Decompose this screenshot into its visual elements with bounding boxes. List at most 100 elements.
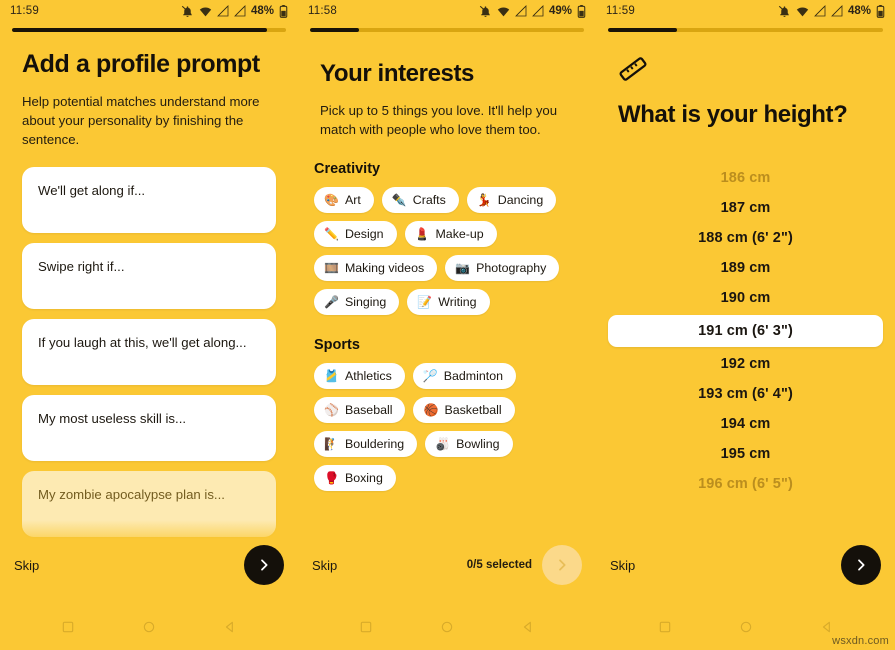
interest-chip-photography[interactable]: 📷 Photography — [445, 254, 560, 281]
baseball-icon: ⚾ — [324, 402, 339, 417]
bowling-icon: 🎳 — [435, 436, 451, 451]
screen-add-profile-prompt: 11:59 48% Add a profile prompt Help pote… — [0, 0, 298, 650]
circle-icon[interactable] — [142, 620, 156, 634]
interest-chip-design[interactable]: ✏️ Design — [314, 220, 397, 247]
next-button[interactable] — [542, 545, 582, 585]
prompt-list: We'll get along if... Swipe right if... … — [0, 167, 298, 538]
height-option[interactable]: 196 cm (6' 5") — [596, 469, 895, 499]
height-option[interactable]: 186 cm — [596, 163, 895, 193]
interest-sections: Creativity 🎨 Art ✒️ Crafts 💃 Dancing ✏️ Desi… — [298, 161, 596, 491]
status-bar: 11:58 49% — [298, 0, 596, 22]
bottom-right-group: 0/5 selected — [467, 545, 582, 585]
list-item[interactable]: If you laugh at this, we'll get along... — [22, 319, 276, 386]
page-subtitle: Help potential matches understand more a… — [22, 93, 260, 148]
bell-off-icon — [181, 5, 194, 18]
triangle-back-icon[interactable] — [521, 620, 535, 634]
interest-chip-making-videos[interactable]: 🎞️ Making videos — [314, 254, 438, 281]
bell-off-icon — [479, 5, 492, 18]
header-block: Your interests Pick up to 5 things you l… — [298, 32, 596, 139]
interest-chip-make-up[interactable]: 💄 Make-up — [404, 220, 497, 247]
interest-chip-badminton[interactable]: 🏸 Badminton — [412, 362, 516, 389]
height-option-selected[interactable]: 191 cm (6' 3") — [608, 314, 883, 347]
film-frames-icon: 🎞️ — [324, 260, 339, 275]
height-option[interactable]: 187 cm — [596, 193, 895, 223]
circle-icon[interactable] — [739, 620, 753, 634]
list-item[interactable]: My zombie apocalypse plan is... — [22, 471, 276, 538]
triangle-back-icon[interactable] — [820, 620, 834, 634]
next-button[interactable] — [841, 545, 881, 585]
chip-label: Dancing — [497, 192, 544, 207]
list-item[interactable]: Swipe right if... — [22, 243, 276, 310]
screen-your-interests: 11:58 49% Your interests Pick up to 5 th… — [298, 0, 596, 650]
interest-chip-singing[interactable]: 🎤 Singing — [314, 288, 400, 315]
square-icon[interactable] — [658, 620, 672, 634]
chip-label: Boxing — [344, 470, 383, 485]
bottom-right-group — [841, 545, 881, 585]
interest-chip-basketball[interactable]: 🏀 Basketball — [413, 396, 515, 423]
header-block: What is your height? — [596, 54, 895, 129]
watermark: wsxdn.com — [832, 635, 889, 647]
interest-chip-athletics[interactable]: 🎽 Athletics — [314, 362, 405, 389]
chevron-right-icon — [256, 557, 272, 573]
battery-icon — [577, 4, 586, 18]
height-option[interactable]: 194 cm — [596, 409, 895, 439]
battery-icon — [279, 4, 288, 18]
skip-button[interactable]: Skip — [312, 558, 337, 573]
circle-icon[interactable] — [440, 620, 454, 634]
chip-label: Bouldering — [344, 436, 405, 451]
interest-chip-crafts[interactable]: ✒️ Crafts — [381, 186, 459, 213]
square-icon[interactable] — [359, 620, 373, 634]
skip-button[interactable]: Skip — [610, 558, 635, 573]
height-option[interactable]: 189 cm — [596, 253, 895, 283]
ruler-icon — [618, 54, 873, 89]
chip-label: Baseball — [344, 402, 393, 417]
page-title: Add a profile prompt — [22, 50, 260, 78]
height-option[interactable]: 195 cm — [596, 439, 895, 469]
camera-icon: 📷 — [455, 260, 471, 275]
list-item[interactable]: My most useless skill is... — [22, 395, 276, 462]
height-option[interactable]: 192 cm — [596, 349, 895, 379]
status-bar: 11:59 48% — [596, 0, 895, 22]
chip-label: Athletics — [344, 368, 392, 383]
interest-chip-art[interactable]: 🎨 Art — [314, 186, 374, 213]
interest-chip-writing[interactable]: 📝 Writing — [407, 288, 490, 315]
interest-chip-boxing[interactable]: 🥊 Boxing — [314, 464, 396, 491]
height-picker[interactable]: 186 cm 187 cm 188 cm (6' 2") 189 cm 190 … — [596, 163, 895, 499]
interest-chip-baseball[interactable]: ⚾ Baseball — [314, 396, 406, 423]
running-shirt-icon: 🎽 — [324, 368, 339, 383]
memo-icon: 📝 — [417, 294, 433, 309]
badminton-icon: 🏸 — [422, 368, 438, 383]
wifi-icon — [199, 5, 212, 18]
interest-section-creativity: Creativity 🎨 Art ✒️ Crafts 💃 Dancing ✏️ Desi… — [306, 161, 590, 315]
wifi-icon — [497, 5, 510, 18]
list-item[interactable]: We'll get along if... — [22, 167, 276, 234]
interest-chip-bouldering[interactable]: 🧗 Bouldering — [314, 430, 418, 457]
height-option[interactable]: 188 cm (6' 2") — [596, 223, 895, 253]
interest-chip-bowling[interactable]: 🎳 Bowling — [425, 430, 513, 457]
signal-off-icon-2 — [831, 5, 843, 17]
chip-label: Art — [344, 192, 361, 207]
interest-chip-dancing[interactable]: 💃 Dancing — [466, 186, 557, 213]
status-time: 11:58 — [308, 5, 337, 17]
height-option[interactable]: 193 cm (6' 4") — [596, 379, 895, 409]
boxing-glove-icon: 🥊 — [324, 470, 339, 485]
next-button[interactable] — [244, 545, 284, 585]
square-icon[interactable] — [61, 620, 75, 634]
section-title: Creativity — [314, 160, 381, 177]
chip-label: Bowling — [456, 436, 500, 451]
header-block: Add a profile prompt Help potential matc… — [0, 32, 298, 149]
skip-button[interactable]: Skip — [14, 558, 39, 573]
dancer-icon: 💃 — [476, 192, 492, 207]
screen-what-is-your-height: 11:59 48% What is your height? 186 cm 18… — [596, 0, 895, 650]
status-time: 11:59 — [606, 5, 635, 17]
microphone-icon: 🎤 — [324, 294, 339, 309]
height-option[interactable]: 190 cm — [596, 283, 895, 313]
lipstick-icon: 💄 — [414, 226, 430, 241]
battery-icon — [876, 4, 885, 18]
bottom-right-group — [244, 545, 284, 585]
chip-label: Photography — [476, 260, 547, 275]
triangle-back-icon[interactable] — [223, 620, 237, 634]
chip-label: Writing — [438, 294, 477, 309]
android-nav-bar — [0, 604, 298, 650]
chip-label: Singing — [344, 294, 387, 309]
